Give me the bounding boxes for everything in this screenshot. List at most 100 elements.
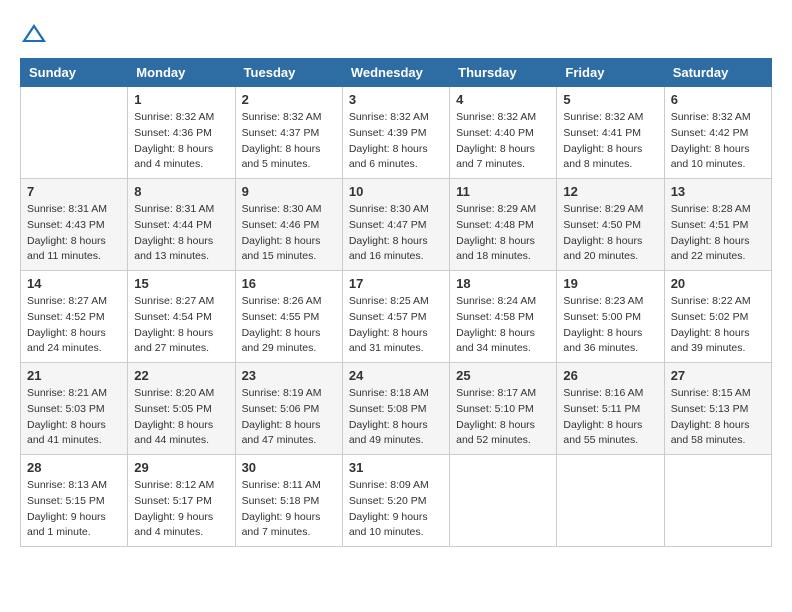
day-cell: 25Sunrise: 8:17 AMSunset: 5:10 PMDayligh… [450,363,557,455]
day-info: Sunrise: 8:32 AMSunset: 4:37 PMDaylight:… [242,110,336,173]
day-cell: 24 Sunrise: 8:18 AMSunset: 5:08 PMDayligh… [342,363,449,455]
day-cell: 9 Sunrise: 8:30 AMSunset: 4:46 PMDaylight… [235,179,342,271]
day-info: Sunrise: 8:12 AMSunset: 5:17 PMDaylight:… [134,478,228,541]
day-number: 29 [134,460,228,475]
day-info: Sunrise: 8:27 AMSunset: 4:52 PMDaylight:… [27,294,121,357]
day-info: Sunrise: 8:18 AMSunset: 5:08 PMDaylight:… [349,386,443,449]
day-number: 20 [671,276,765,291]
page-header [20,20,772,48]
col-header-wednesday: Wednesday [342,59,449,87]
day-number: 21 [27,368,121,383]
day-info: Sunrise: 8:28 AMSunset: 4:51 PMDaylight:… [671,202,765,265]
day-number: 23 [242,368,336,383]
day-cell: 28Sunrise: 8:13 AMSunset: 5:15 PMDayligh… [21,455,128,547]
day-info: Sunrise: 8:32 AMSunset: 4:39 PMDaylight:… [349,110,443,173]
day-cell: 6 Sunrise: 8:32 AMSunset: 4:42 PMDaylight… [664,87,771,179]
day-info: Sunrise: 8:21 AMSunset: 5:03 PMDaylight:… [27,386,121,449]
day-cell: 31 Sunrise: 8:09 AMSunset: 5:20 PMDayligh… [342,455,449,547]
day-info: Sunrise: 8:20 AMSunset: 5:05 PMDaylight:… [134,386,228,449]
day-cell [450,455,557,547]
week-row-2: 7Sunrise: 8:31 AMSunset: 4:43 PMDaylight… [21,179,772,271]
day-cell: 29 Sunrise: 8:12 AMSunset: 5:17 PMDayligh… [128,455,235,547]
day-number: 5 [563,92,657,107]
day-number: 1 [134,92,228,107]
day-info: Sunrise: 8:31 AMSunset: 4:44 PMDaylight:… [134,202,228,265]
day-info: Sunrise: 8:22 AMSunset: 5:02 PMDaylight:… [671,294,765,357]
day-info: Sunrise: 8:16 AMSunset: 5:11 PMDaylight:… [563,386,657,449]
day-info: Sunrise: 8:30 AMSunset: 4:46 PMDaylight:… [242,202,336,265]
day-number: 6 [671,92,765,107]
day-number: 19 [563,276,657,291]
day-cell: 12 Sunrise: 8:29 AMSunset: 4:50 PMDayligh… [557,179,664,271]
day-cell [557,455,664,547]
day-info: Sunrise: 8:29 AMSunset: 4:50 PMDaylight:… [563,202,657,265]
calendar-header-row: SundayMondayTuesdayWednesdayThursdayFrid… [21,59,772,87]
day-number: 30 [242,460,336,475]
day-cell: 2Sunrise: 8:32 AMSunset: 4:37 PMDaylight… [235,87,342,179]
day-cell: 14 Sunrise: 8:27 AMSunset: 4:52 PMDayligh… [21,271,128,363]
day-cell: 17 Sunrise: 8:25 AMSunset: 4:57 PMDayligh… [342,271,449,363]
day-cell [21,87,128,179]
day-cell: 13 Sunrise: 8:28 AMSunset: 4:51 PMDayligh… [664,179,771,271]
day-cell: 8 Sunrise: 8:31 AMSunset: 4:44 PMDaylight… [128,179,235,271]
day-number: 7 [27,184,121,199]
week-row-1: 1 Sunrise: 8:32 AMSunset: 4:36 PMDaylight… [21,87,772,179]
day-info: Sunrise: 8:25 AMSunset: 4:57 PMDaylight:… [349,294,443,357]
week-row-4: 21 Sunrise: 8:21 AMSunset: 5:03 PMDayligh… [21,363,772,455]
day-info: Sunrise: 8:13 AMSunset: 5:15 PMDaylight:… [27,478,121,541]
day-info: Sunrise: 8:19 AMSunset: 5:06 PMDaylight:… [242,386,336,449]
day-number: 3 [349,92,443,107]
day-info: Sunrise: 8:11 AMSunset: 5:18 PMDaylight:… [242,478,336,541]
day-cell: 18 Sunrise: 8:24 AMSunset: 4:58 PMDayligh… [450,271,557,363]
week-row-5: 28Sunrise: 8:13 AMSunset: 5:15 PMDayligh… [21,455,772,547]
day-number: 16 [242,276,336,291]
day-number: 27 [671,368,765,383]
day-cell: 4 Sunrise: 8:32 AMSunset: 4:40 PMDaylight… [450,87,557,179]
col-header-friday: Friday [557,59,664,87]
day-info: Sunrise: 8:27 AMSunset: 4:54 PMDaylight:… [134,294,228,357]
day-cell: 3 Sunrise: 8:32 AMSunset: 4:39 PMDaylight… [342,87,449,179]
day-cell: 19 Sunrise: 8:23 AMSunset: 5:00 PMDayligh… [557,271,664,363]
day-number: 17 [349,276,443,291]
day-number: 9 [242,184,336,199]
day-cell: 27 Sunrise: 8:15 AMSunset: 5:13 PMDayligh… [664,363,771,455]
day-info: Sunrise: 8:17 AMSunset: 5:10 PMDaylight:… [456,386,550,449]
day-number: 8 [134,184,228,199]
day-cell: 23 Sunrise: 8:19 AMSunset: 5:06 PMDayligh… [235,363,342,455]
day-cell: 5 Sunrise: 8:32 AMSunset: 4:41 PMDaylight… [557,87,664,179]
day-cell: 11Sunrise: 8:29 AMSunset: 4:48 PMDayligh… [450,179,557,271]
day-number: 22 [134,368,228,383]
calendar-table: SundayMondayTuesdayWednesdayThursdayFrid… [20,58,772,547]
day-info: Sunrise: 8:09 AMSunset: 5:20 PMDaylight:… [349,478,443,541]
col-header-sunday: Sunday [21,59,128,87]
day-number: 4 [456,92,550,107]
day-number: 24 [349,368,443,383]
day-cell: 30 Sunrise: 8:11 AMSunset: 5:18 PMDayligh… [235,455,342,547]
day-info: Sunrise: 8:32 AMSunset: 4:40 PMDaylight:… [456,110,550,173]
day-cell: 26Sunrise: 8:16 AMSunset: 5:11 PMDayligh… [557,363,664,455]
day-info: Sunrise: 8:15 AMSunset: 5:13 PMDaylight:… [671,386,765,449]
logo [20,20,52,48]
day-number: 11 [456,184,550,199]
col-header-thursday: Thursday [450,59,557,87]
day-info: Sunrise: 8:30 AMSunset: 4:47 PMDaylight:… [349,202,443,265]
day-cell: 1 Sunrise: 8:32 AMSunset: 4:36 PMDaylight… [128,87,235,179]
day-number: 12 [563,184,657,199]
day-number: 31 [349,460,443,475]
day-info: Sunrise: 8:32 AMSunset: 4:36 PMDaylight:… [134,110,228,173]
day-cell: 16 Sunrise: 8:26 AMSunset: 4:55 PMDayligh… [235,271,342,363]
day-info: Sunrise: 8:32 AMSunset: 4:41 PMDaylight:… [563,110,657,173]
day-number: 14 [27,276,121,291]
day-info: Sunrise: 8:26 AMSunset: 4:55 PMDaylight:… [242,294,336,357]
day-info: Sunrise: 8:23 AMSunset: 5:00 PMDaylight:… [563,294,657,357]
day-info: Sunrise: 8:32 AMSunset: 4:42 PMDaylight:… [671,110,765,173]
day-number: 15 [134,276,228,291]
day-cell [664,455,771,547]
day-cell: 7Sunrise: 8:31 AMSunset: 4:43 PMDaylight… [21,179,128,271]
day-number: 18 [456,276,550,291]
day-cell: 10 Sunrise: 8:30 AMSunset: 4:47 PMDayligh… [342,179,449,271]
day-number: 10 [349,184,443,199]
day-cell: 15 Sunrise: 8:27 AMSunset: 4:54 PMDayligh… [128,271,235,363]
day-info: Sunrise: 8:24 AMSunset: 4:58 PMDaylight:… [456,294,550,357]
day-number: 13 [671,184,765,199]
